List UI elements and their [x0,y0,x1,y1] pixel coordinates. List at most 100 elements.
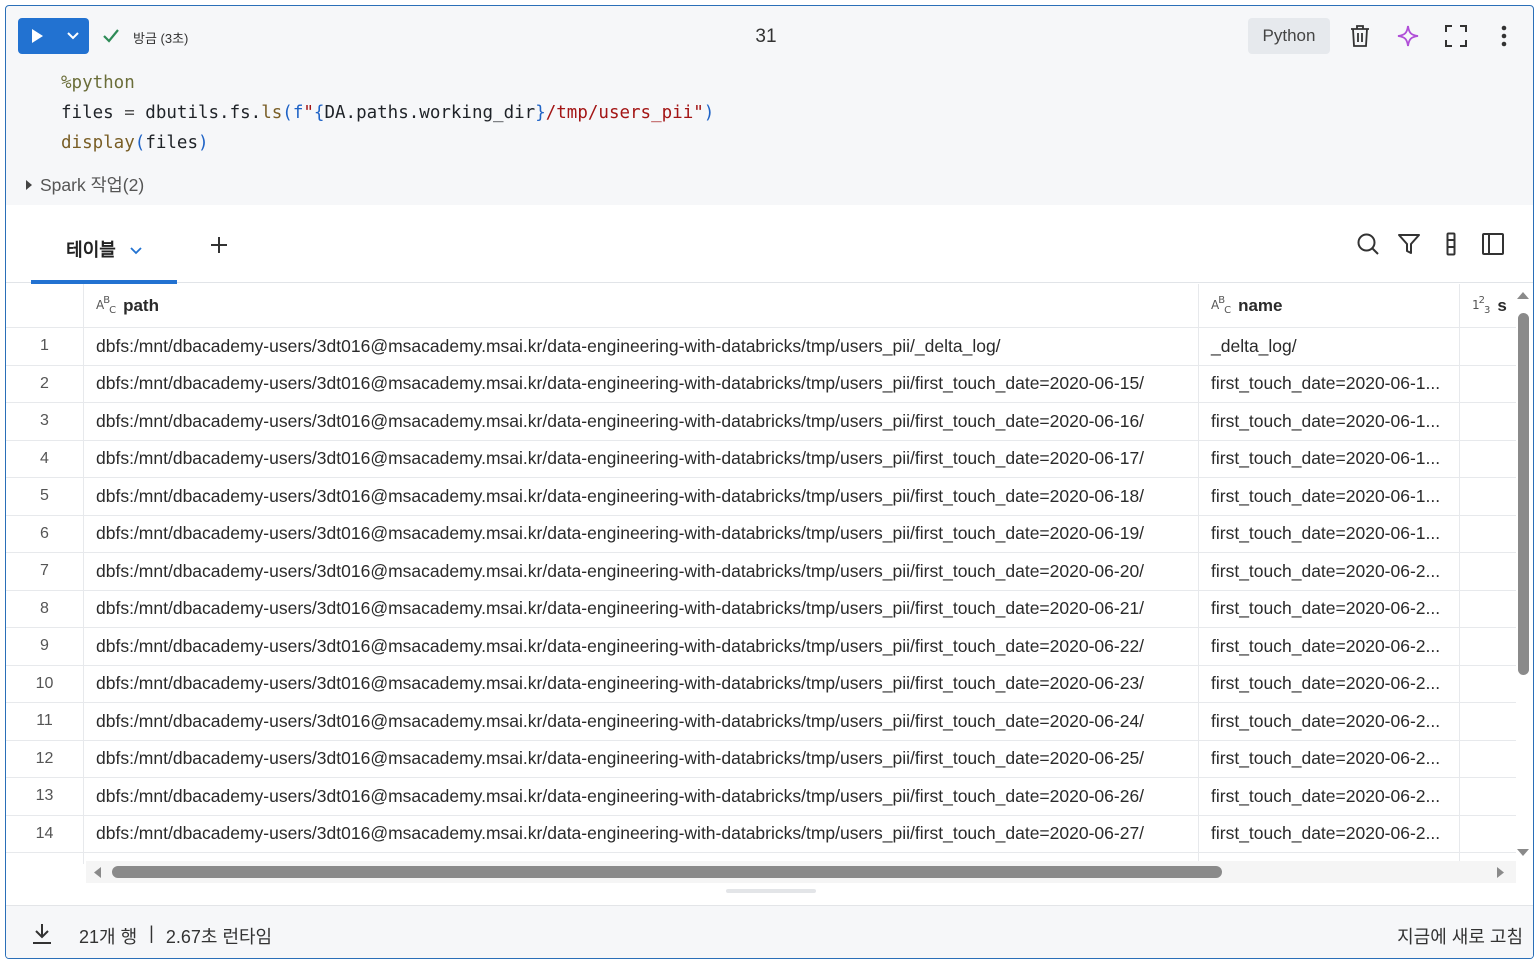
table-row[interactable]: 13 dbfs:/mnt/dbacademy-users/3dt016@msaca… [6,778,1516,816]
horizontal-scroll-thumb[interactable] [112,866,1222,878]
cell-name[interactable]: first_touch_date=2020-06-1... [1199,478,1460,515]
cell-name[interactable]: first_touch_date=2020-06-2... [1199,740,1460,777]
row-index[interactable]: 6 [6,515,84,552]
row-index[interactable]: 3 [6,403,84,440]
table-row[interactable]: 1 dbfs:/mnt/dbacademy-users/3dt016@msacad… [6,328,1516,366]
cell-path[interactable]: dbfs:/mnt/dbacademy-users/3dt016@msacade… [84,778,1199,815]
row-index[interactable]: 13 [6,778,84,815]
cell-size[interactable] [1460,516,1516,553]
cell-name[interactable]: first_touch_date=2020-06-2... [1199,628,1460,665]
cell-path[interactable]: dbfs:/mnt/dbacademy-users/3dt016@msacade… [84,740,1199,777]
language-selector[interactable]: Python [1248,18,1330,54]
download-icon[interactable] [30,922,54,946]
cell-size[interactable] [1460,628,1516,665]
table-row[interactable]: 10 dbfs:/mnt/dbacademy-users/3dt016@msaca… [6,665,1516,703]
cell-path[interactable]: dbfs:/mnt/dbacademy-users/3dt016@msacade… [84,440,1199,477]
cell-path[interactable]: dbfs:/mnt/dbacademy-users/3dt016@msacade… [84,628,1199,665]
column-header-size[interactable]: 123 s [1460,284,1516,327]
row-index[interactable]: 5 [6,478,84,515]
cell-name[interactable]: first_touch_date=2020-06-2... [1199,778,1460,815]
tab-table[interactable]: 테이블 [31,215,177,284]
row-index[interactable]: 4 [6,440,84,477]
more-vertical-icon[interactable] [1491,23,1517,49]
fullscreen-icon[interactable] [1443,23,1469,49]
cell-name[interactable]: first_touch_date=2020-06-1... [1199,440,1460,477]
cell-name[interactable]: first_touch_date=2020-06-1... [1199,515,1460,552]
sparkle-icon[interactable] [1395,23,1421,49]
row-index[interactable]: 10 [6,665,84,702]
vertical-scroll-thumb[interactable] [1518,313,1529,675]
cell-name[interactable]: first_touch_date=2020-06-1... [1199,403,1460,440]
data-table: ABC path ABC name 123 s 1 dbfs:/mnt/dbaca… [6,284,1516,864]
cell-name[interactable]: first_touch_date=2020-06-2... [1199,815,1460,852]
cell-name[interactable]: first_touch_date=2020-06-2... [1199,703,1460,740]
cell-size[interactable] [1460,741,1516,778]
column-header-path[interactable]: ABC path [84,284,1199,327]
search-icon[interactable] [1355,231,1381,257]
cell-name[interactable]: _delta_log/ [1199,328,1460,365]
row-index[interactable]: 14 [6,815,84,852]
cell-size[interactable] [1460,778,1516,815]
trash-icon[interactable] [1347,23,1373,49]
cell-size[interactable] [1460,703,1516,740]
cell-path[interactable]: dbfs:/mnt/dbacademy-users/3dt016@msacade… [84,515,1199,552]
cell-size[interactable] [1460,666,1516,703]
cell-size[interactable] [1460,366,1516,403]
cell-path[interactable]: dbfs:/mnt/dbacademy-users/3dt016@msacade… [84,553,1199,590]
filter-icon[interactable] [1396,231,1422,257]
separator: | [149,923,154,943]
row-index[interactable]: 8 [6,590,84,627]
table-row[interactable]: 14 dbfs:/mnt/dbacademy-users/3dt016@msaca… [6,815,1516,853]
cell-path[interactable]: dbfs:/mnt/dbacademy-users/3dt016@msacade… [84,478,1199,515]
chevron-down-icon[interactable] [130,239,142,260]
chevron-down-icon[interactable] [56,18,89,54]
column-icon[interactable] [1438,231,1464,257]
cell-name[interactable]: first_touch_date=2020-06-1... [1199,365,1460,402]
row-index[interactable]: 7 [6,553,84,590]
cell-path[interactable]: dbfs:/mnt/dbacademy-users/3dt016@msacade… [84,590,1199,627]
row-index[interactable]: 1 [6,328,84,365]
cell-path[interactable]: dbfs:/mnt/dbacademy-users/3dt016@msacade… [84,665,1199,702]
code-editor[interactable]: %python files = dbutils.fs.ls(f"{DA.paths… [61,68,714,158]
cell-size[interactable] [1460,478,1516,515]
panel-icon[interactable] [1480,231,1506,257]
row-index[interactable]: 11 [6,703,84,740]
plus-icon[interactable] [204,230,234,260]
cell-size[interactable] [1460,403,1516,440]
cell-size[interactable] [1460,816,1516,853]
cell-name[interactable]: first_touch_date=2020-06-2... [1199,665,1460,702]
table-row[interactable]: 2 dbfs:/mnt/dbacademy-users/3dt016@msacad… [6,365,1516,403]
row-index[interactable]: 9 [6,628,84,665]
resize-handle[interactable] [726,889,816,893]
cell-path[interactable]: dbfs:/mnt/dbacademy-users/3dt016@msacade… [84,403,1199,440]
cell-path[interactable]: dbfs:/mnt/dbacademy-users/3dt016@msacade… [84,365,1199,402]
run-cell-button[interactable] [18,18,89,54]
column-header-name[interactable]: ABC name [1199,284,1460,327]
row-index[interactable]: 12 [6,740,84,777]
table-row[interactable]: 4 dbfs:/mnt/dbacademy-users/3dt016@msacad… [6,440,1516,478]
notebook-cell[interactable]: 방금 (3초) 31 Python %python files = dbutils… [5,5,1534,959]
table-row[interactable]: 6 dbfs:/mnt/dbacademy-users/3dt016@msacad… [6,515,1516,553]
cell-size[interactable] [1460,328,1516,365]
cell-name[interactable]: first_touch_date=2020-06-2... [1199,553,1460,590]
row-index[interactable]: 2 [6,365,84,402]
table-row[interactable]: 8 dbfs:/mnt/dbacademy-users/3dt016@msacad… [6,590,1516,628]
spark-jobs-toggle[interactable]: Spark 작업(2) [26,172,144,197]
table-row[interactable]: 9 dbfs:/mnt/dbacademy-users/3dt016@msacad… [6,628,1516,666]
table-row[interactable]: 12 dbfs:/mnt/dbacademy-users/3dt016@msaca… [6,740,1516,778]
cell-name[interactable]: first_touch_date=2020-06-2... [1199,590,1460,627]
cell-path[interactable]: dbfs:/mnt/dbacademy-users/3dt016@msacade… [84,328,1199,365]
table-row[interactable]: 5 dbfs:/mnt/dbacademy-users/3dt016@msacad… [6,478,1516,516]
cell-path[interactable]: dbfs:/mnt/dbacademy-users/3dt016@msacade… [84,815,1199,852]
table-row[interactable]: 7 dbfs:/mnt/dbacademy-users/3dt016@msacad… [6,553,1516,591]
code-line-1: %python [61,73,135,93]
table-row[interactable]: 11 dbfs:/mnt/dbacademy-users/3dt016@msaca… [6,703,1516,741]
row-index[interactable]: 15 [6,853,84,864]
cell-size[interactable] [1460,553,1516,590]
table-row[interactable]: 3 dbfs:/mnt/dbacademy-users/3dt016@msacad… [6,403,1516,441]
cell-path[interactable]: dbfs:/mnt/dbacademy-users/3dt016@msacade… [84,703,1199,740]
cell-size[interactable] [1460,591,1516,628]
play-icon[interactable] [18,18,56,54]
cell-size[interactable] [1460,441,1516,478]
number-type-icon: 123 [1472,295,1490,316]
